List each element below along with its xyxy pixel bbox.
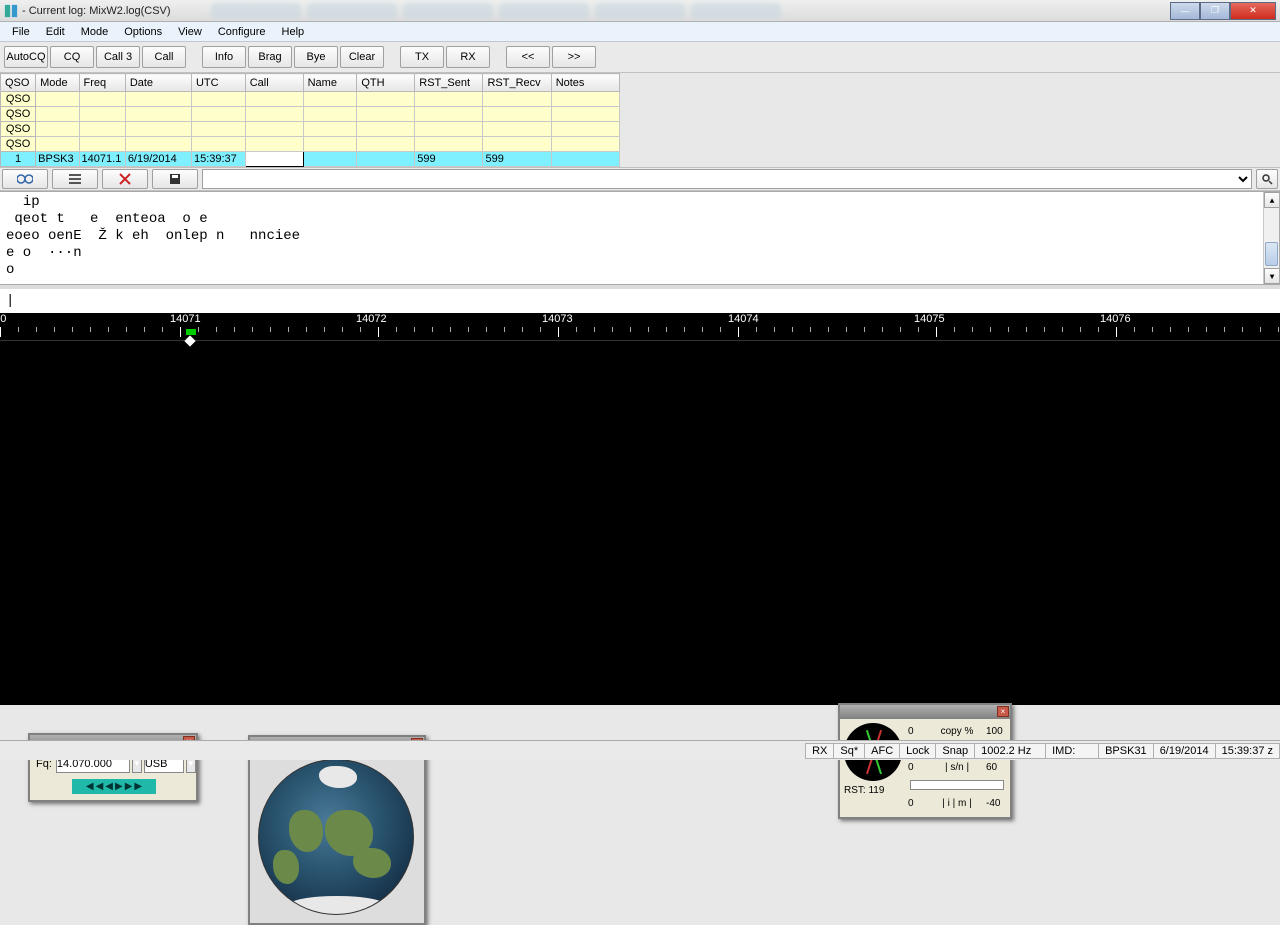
macro-toolbar: AutoCQ CQ Call 3 Call Info Brag Bye Clea… <box>0 42 1280 73</box>
tx-button[interactable]: TX <box>400 46 444 68</box>
table-row[interactable]: QSO <box>1 122 620 137</box>
copy-label: copy % <box>928 726 986 737</box>
tune-right-icon[interactable]: ▶ <box>124 781 134 792</box>
menu-view[interactable]: View <box>170 24 210 40</box>
save-button[interactable] <box>152 169 198 189</box>
call-button[interactable]: Call <box>142 46 186 68</box>
freq-tick-label: 14072 <box>356 313 387 325</box>
status-time: 15:39:37 z <box>1215 743 1280 759</box>
rx-text: ip qeot t e enteoa o e eoeo oenE Ž k eh … <box>6 194 1273 279</box>
column-rst_sent[interactable]: RST_Sent <box>415 74 483 92</box>
menu-file[interactable]: File <box>4 24 38 40</box>
tune-right-slow-icon[interactable]: ▶ <box>114 781 124 792</box>
binoculars-button[interactable] <box>2 169 48 189</box>
world-map-panel[interactable]: × <box>248 735 426 925</box>
status-afc[interactable]: AFC <box>864 743 900 759</box>
column-freq[interactable]: Freq <box>79 74 125 92</box>
list-button[interactable] <box>52 169 98 189</box>
status-date: 6/19/2014 <box>1153 743 1216 759</box>
tune-buttons[interactable]: ◀ ◀ ◀ ▶ ▶ ▶ <box>72 779 156 794</box>
menu-edit[interactable]: Edit <box>38 24 73 40</box>
call3-button[interactable]: Call 3 <box>96 46 140 68</box>
next-button[interactable]: >> <box>552 46 596 68</box>
status-lock[interactable]: Lock <box>899 743 936 759</box>
close-button[interactable]: ✕ <box>1230 2 1276 20</box>
status-rx[interactable]: RX <box>805 743 834 759</box>
brag-button[interactable]: Brag <box>248 46 292 68</box>
table-row-active[interactable]: 1BPSK314071.16/19/201415:39:37599599 <box>1 152 620 167</box>
column-rst_recv[interactable]: RST_Recv <box>483 74 551 92</box>
background-tabs <box>211 3 1170 19</box>
app-icon <box>4 4 18 18</box>
menu-options[interactable]: Options <box>116 24 170 40</box>
column-name[interactable]: Name <box>303 74 357 92</box>
globe-icon <box>258 759 414 915</box>
tune-right-fast-icon[interactable]: ▶ <box>133 781 143 792</box>
column-utc[interactable]: UTC <box>191 74 245 92</box>
tune-left-icon[interactable]: ◀ <box>95 781 105 792</box>
freq-tick-label: 070 <box>0 313 6 325</box>
tx-text-pane[interactable]: | <box>0 285 1280 313</box>
status-imd: IMD: <box>1045 743 1099 759</box>
menubar: File Edit Mode Options View Configure He… <box>0 22 1280 42</box>
maximize-button[interactable]: ❐ <box>1200 2 1230 20</box>
statusbar: RX Sq* AFC Lock Snap 1002.2 Hz IMD: BPSK… <box>0 740 1280 760</box>
status-mode[interactable]: BPSK31 <box>1098 743 1154 759</box>
log-toolbar <box>0 167 1280 191</box>
column-mode[interactable]: Mode <box>36 74 79 92</box>
tune-cursor-flag[interactable] <box>186 329 196 335</box>
window-title: - Current log: MixW2.log(CSV) <box>22 5 171 17</box>
menu-help[interactable]: Help <box>274 24 313 40</box>
rx-scrollbar[interactable]: ▲ ▼ <box>1263 192 1279 284</box>
column-notes[interactable]: Notes <box>551 74 619 92</box>
window-titlebar: - Current log: MixW2.log(CSV) — ❐ ✕ <box>0 0 1280 22</box>
frequency-scale: 070 14071 14072 14073 14074 14075 14076 <box>0 313 1280 341</box>
log-table[interactable]: QSOModeFreqDateUTCCallNameQTHRST_SentRST… <box>0 73 620 167</box>
prev-button[interactable]: << <box>506 46 550 68</box>
rx-button[interactable]: RX <box>446 46 490 68</box>
menu-mode[interactable]: Mode <box>73 24 117 40</box>
panel-titlebar[interactable]: × <box>840 705 1010 719</box>
tune-left-slow-icon[interactable]: ◀ <box>104 781 114 792</box>
cq-button[interactable]: CQ <box>50 46 94 68</box>
close-icon[interactable]: × <box>997 706 1009 717</box>
delete-button[interactable] <box>102 169 148 189</box>
table-row[interactable]: QSO <box>1 107 620 122</box>
info-button[interactable]: Info <box>202 46 246 68</box>
sn-meter <box>910 780 1004 790</box>
freq-tick-label: 14073 <box>542 313 573 325</box>
column-qth[interactable]: QTH <box>357 74 415 92</box>
scroll-thumb[interactable] <box>1265 242 1278 266</box>
table-row[interactable]: QSO <box>1 92 620 107</box>
freq-tick-label: 14071 <box>170 313 201 325</box>
freq-tick-label: 14075 <box>914 313 945 325</box>
scroll-down-icon[interactable]: ▼ <box>1264 268 1280 284</box>
search-button[interactable] <box>1256 169 1278 189</box>
tune-left-fast-icon[interactable]: ◀ <box>85 781 95 792</box>
freq-tick-label: 14076 <box>1100 313 1131 325</box>
menu-configure[interactable]: Configure <box>210 24 274 40</box>
sn-label: | s/n | <box>928 762 986 773</box>
rst-value: 119 <box>868 785 884 796</box>
freq-tick-label: 14074 <box>728 313 759 325</box>
column-call[interactable]: Call <box>245 74 303 92</box>
column-qso[interactable]: QSO <box>1 74 36 92</box>
waterfall-display[interactable]: 070140711407214073140741407514076 × Fq: … <box>0 313 1280 705</box>
scroll-up-icon[interactable]: ▲ <box>1264 192 1280 208</box>
column-date[interactable]: Date <box>125 74 191 92</box>
rst-label: RST: <box>844 785 866 796</box>
rx-text-pane[interactable]: ip qeot t e enteoa o e eoeo oenE Ž k eh … <box>0 191 1280 285</box>
tx-cursor: | <box>6 293 14 309</box>
autocq-button[interactable]: AutoCQ <box>4 46 48 68</box>
status-hz: 1002.2 Hz <box>974 743 1046 759</box>
log-filter-combo[interactable] <box>202 169 1252 189</box>
tuning-indicator-panel[interactable]: × RST: 119 0 copy % 100 0 <box>838 703 1012 819</box>
status-snap[interactable]: Snap <box>935 743 975 759</box>
bye-button[interactable]: Bye <box>294 46 338 68</box>
clear-button[interactable]: Clear <box>340 46 384 68</box>
status-sq[interactable]: Sq* <box>833 743 865 759</box>
im-label: | i | m | <box>928 798 986 809</box>
minimize-button[interactable]: — <box>1170 2 1200 20</box>
table-row[interactable]: QSO <box>1 137 620 152</box>
